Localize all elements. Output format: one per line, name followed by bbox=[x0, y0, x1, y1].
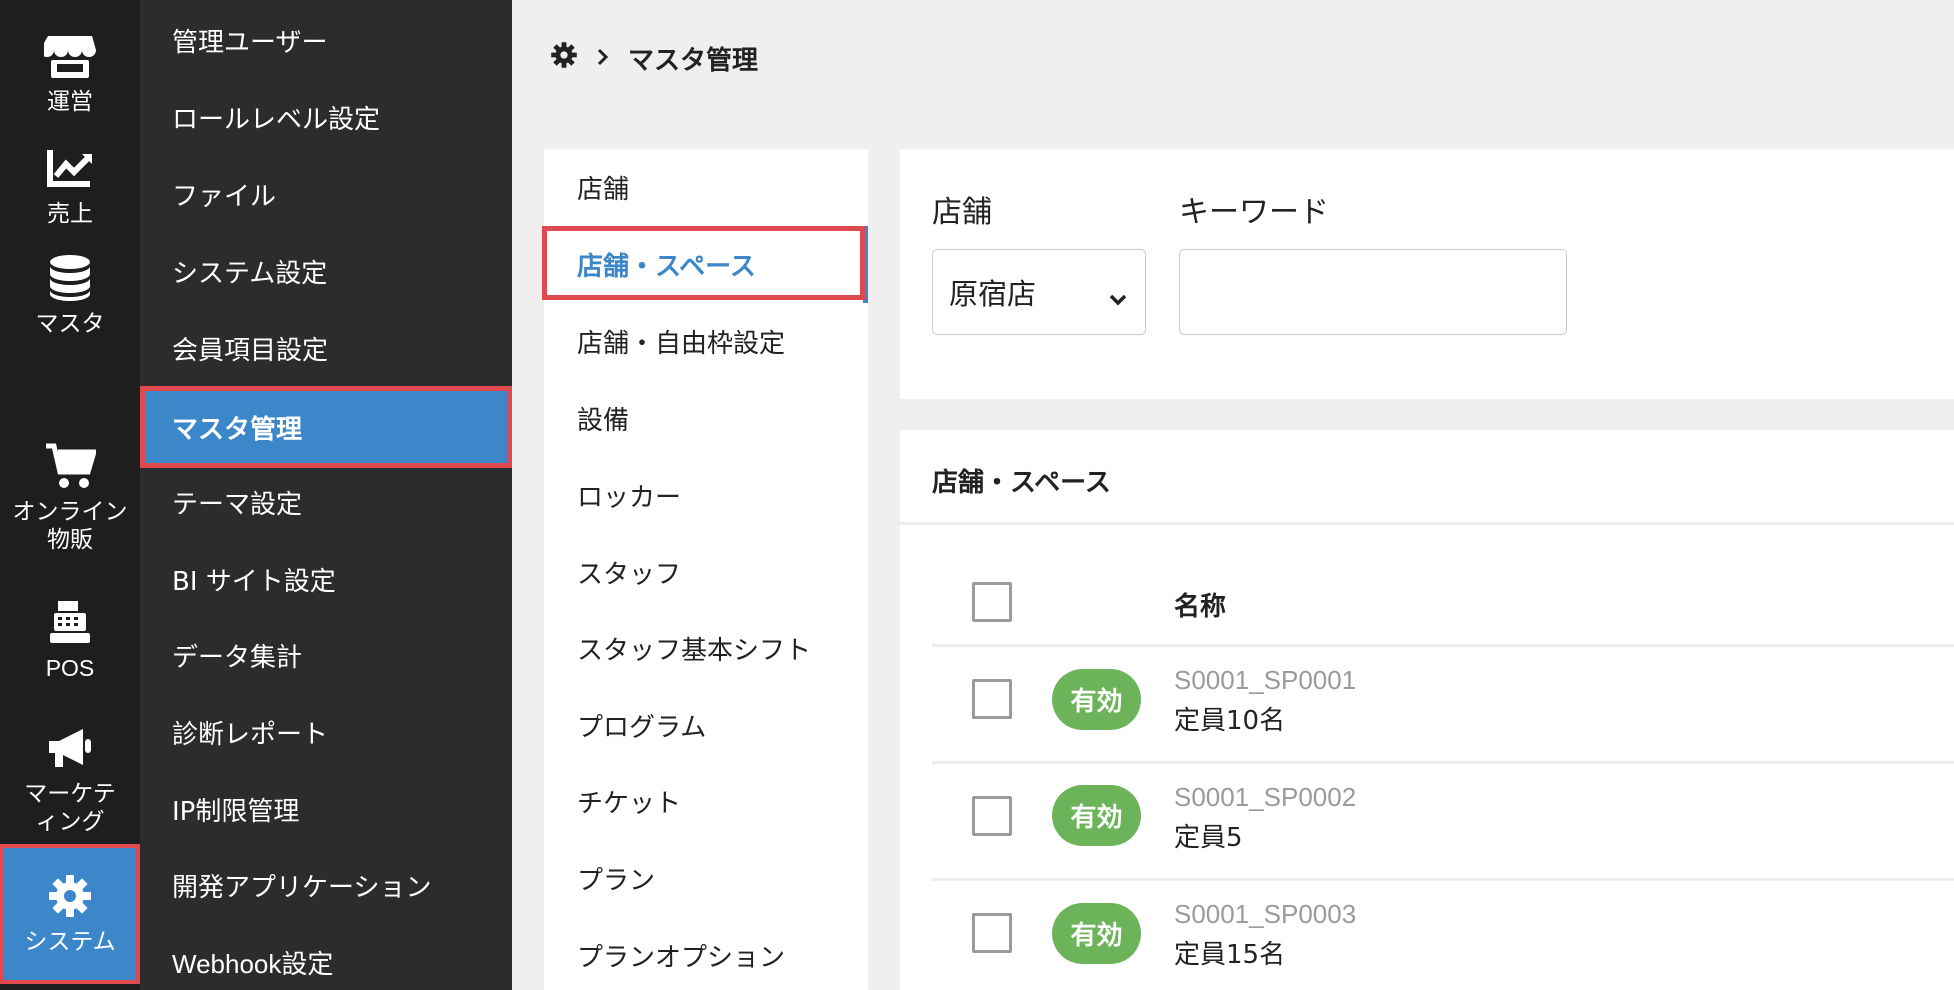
menu-item-ip-restriction[interactable]: IP制限管理 bbox=[140, 771, 512, 848]
megaphone-icon bbox=[44, 722, 96, 774]
master-subnav: 店舗 店舗・スペース 店舗・自由枠設定 設備 ロッカー スタッフ スタッフ基本シ… bbox=[542, 149, 868, 990]
menu-item-admin-users[interactable]: 管理ユーザー bbox=[140, 2, 512, 79]
rail-label: 運営 bbox=[47, 89, 93, 115]
rail-label: 売上 bbox=[47, 201, 93, 227]
cash-register-icon bbox=[44, 596, 96, 648]
list-title: 店舗・スペース bbox=[932, 468, 1111, 498]
subnav-item-staff-shift[interactable]: スタッフ基本シフト bbox=[544, 610, 868, 687]
row-checkbox[interactable] bbox=[972, 913, 1012, 953]
space-code: S0001_SP0001 bbox=[1174, 665, 1357, 695]
space-caption: 定員15名 bbox=[1174, 940, 1286, 970]
rail-item-system[interactable]: システム bbox=[0, 844, 140, 984]
column-header-name: 名称 bbox=[1174, 592, 1227, 622]
menu-item-master-management[interactable]: マスタ管理 bbox=[140, 386, 512, 468]
divider bbox=[932, 644, 1954, 647]
rail-label: マーケティング bbox=[24, 781, 116, 835]
rail-label: POS bbox=[45, 655, 95, 681]
gear-icon[interactable] bbox=[550, 41, 578, 76]
store-select-value: 原宿店 bbox=[949, 277, 1037, 311]
system-menu: 管理ユーザー ロールレベル設定 ファイル システム設定 会員項目設定 マスタ管理… bbox=[140, 0, 512, 990]
subnav-item-store-space[interactable]: 店舗・スペース bbox=[544, 226, 868, 303]
store-icon bbox=[44, 30, 96, 82]
rail-item-sales[interactable]: 売上 bbox=[0, 142, 140, 228]
menu-item-bi-site[interactable]: BI サイト設定 bbox=[140, 541, 512, 618]
breadcrumb: マスタ管理 bbox=[550, 38, 758, 78]
subnav-item-staff[interactable]: スタッフ bbox=[544, 534, 868, 611]
menu-item-theme[interactable]: テーマ設定 bbox=[140, 464, 512, 541]
status-badge: 有効 bbox=[1052, 785, 1141, 846]
space-code: S0001_SP0003 bbox=[1174, 899, 1357, 929]
store-space-list: 店舗・スペース 名称 有効 S0001_SP0001 定員10名 有効 S000… bbox=[900, 430, 1954, 990]
divider bbox=[932, 878, 1954, 881]
space-caption: 定員10名 bbox=[1174, 706, 1286, 736]
menu-item-diagnostic-report[interactable]: 診断レポート bbox=[140, 694, 512, 771]
select-all-checkbox[interactable] bbox=[972, 582, 1012, 622]
chart-icon bbox=[44, 142, 96, 194]
menu-item-dev-apps[interactable]: 開発アプリケーション bbox=[140, 847, 512, 924]
database-icon bbox=[44, 252, 96, 304]
icon-rail: 運営 売上 マスタ オンライン物販 POS マーケティング システム bbox=[0, 0, 140, 990]
space-code: S0001_SP0002 bbox=[1174, 782, 1357, 812]
rail-item-online-sales[interactable]: オンライン物販 bbox=[0, 440, 140, 554]
divider bbox=[900, 522, 1954, 525]
menu-item-role-level[interactable]: ロールレベル設定 bbox=[140, 79, 512, 156]
status-badge: 有効 bbox=[1052, 669, 1141, 730]
menu-item-files[interactable]: ファイル bbox=[140, 156, 512, 233]
breadcrumb-current: マスタ管理 bbox=[628, 45, 759, 76]
chevron-down-icon bbox=[1109, 280, 1127, 314]
row-checkbox[interactable] bbox=[972, 679, 1012, 719]
rail-label: システム bbox=[24, 929, 116, 955]
gear-icon bbox=[44, 870, 96, 922]
keyword-filter-label: キーワード bbox=[1179, 195, 1329, 230]
menu-item-webhook[interactable]: Webhook設定 bbox=[140, 924, 512, 990]
store-select[interactable]: 原宿店 bbox=[932, 249, 1146, 335]
rail-label: オンライン物販 bbox=[12, 499, 128, 553]
rail-item-marketing[interactable]: マーケティング bbox=[0, 722, 140, 836]
divider bbox=[932, 761, 1954, 764]
filter-card: 店舗 キーワード 原宿店 bbox=[900, 149, 1954, 399]
subnav-item-plan-option[interactable]: プランオプション bbox=[544, 917, 868, 990]
subnav-item-store[interactable]: 店舗 bbox=[544, 149, 868, 226]
keyword-input[interactable] bbox=[1179, 249, 1567, 335]
menu-item-data-aggregation[interactable]: データ集計 bbox=[140, 617, 512, 694]
subnav-item-program[interactable]: プログラム bbox=[544, 687, 868, 764]
chevron-right-icon bbox=[596, 43, 610, 73]
rail-item-master[interactable]: マスタ bbox=[0, 252, 140, 338]
space-caption: 定員5 bbox=[1174, 823, 1243, 853]
store-filter-label: 店舗 bbox=[932, 195, 992, 230]
menu-item-member-fields[interactable]: 会員項目設定 bbox=[140, 310, 512, 387]
rail-label: マスタ bbox=[35, 311, 105, 337]
subnav-item-plan[interactable]: プラン bbox=[544, 840, 868, 917]
cart-icon bbox=[44, 440, 96, 492]
rail-item-operations[interactable]: 運営 bbox=[0, 30, 140, 116]
subnav-item-locker[interactable]: ロッカー bbox=[544, 457, 868, 534]
menu-item-system-settings[interactable]: システム設定 bbox=[140, 233, 512, 310]
subnav-item-equipment[interactable]: 設備 bbox=[544, 380, 868, 457]
row-checkbox[interactable] bbox=[972, 796, 1012, 836]
subnav-item-ticket[interactable]: チケット bbox=[544, 763, 868, 840]
rail-item-pos[interactable]: POS bbox=[0, 596, 140, 682]
subnav-item-store-free-slot[interactable]: 店舗・自由枠設定 bbox=[544, 303, 868, 380]
status-badge: 有効 bbox=[1052, 903, 1141, 964]
